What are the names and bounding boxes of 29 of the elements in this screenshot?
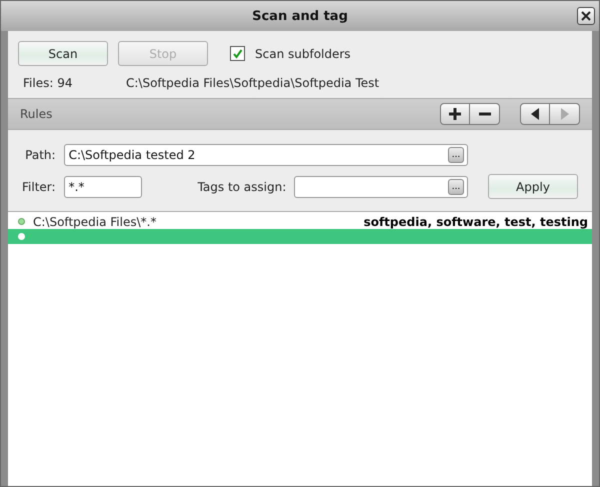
- right-triangle-icon: [560, 108, 570, 120]
- files-count: Files: 94: [22, 76, 74, 90]
- path-field[interactable]: C:\Softpedia tested 2 ...: [64, 144, 468, 166]
- left-triangle-icon: [530, 108, 540, 120]
- close-icon: [581, 11, 591, 21]
- browse-button[interactable]: ...: [448, 147, 464, 163]
- checkbox-label: Scan subfolders: [255, 46, 351, 60]
- bullet-icon: [18, 233, 25, 240]
- action-button[interactable]: Scan: [18, 41, 108, 66]
- rule-path: C:\Softpedia Files\*.*: [33, 214, 158, 228]
- plus-icon: [448, 107, 462, 121]
- apply-button[interactable]: Apply: [488, 174, 578, 199]
- current-path: C:\Softpedia Files\Softpedia\Softpedia Test: [126, 76, 380, 90]
- path-label: Path:: [24, 148, 56, 162]
- browse-button[interactable]: ...: [448, 178, 464, 194]
- prev-button[interactable]: [520, 103, 550, 125]
- window-title: Scan and tag: [252, 8, 348, 24]
- filter-label: Filter:: [22, 180, 56, 194]
- rule-row[interactable]: C:\Softpedia Files\*.* softpedia, software, test, testing: [8, 214, 592, 229]
- close-button[interactable]: [577, 7, 595, 25]
- tags-field[interactable]: ...: [294, 176, 468, 198]
- bullet-icon: [18, 218, 25, 225]
- checkbox[interactable]: [230, 46, 245, 61]
- tags-label: Tags to assign:: [196, 180, 286, 194]
- add-button[interactable]: [440, 103, 470, 125]
- rules-title: Rules: [20, 107, 52, 121]
- filter-field[interactable]: *.*: [64, 176, 142, 198]
- rule-tags: softpedia, software, test, testing: [364, 214, 588, 228]
- remove-button[interactable]: [470, 103, 500, 125]
